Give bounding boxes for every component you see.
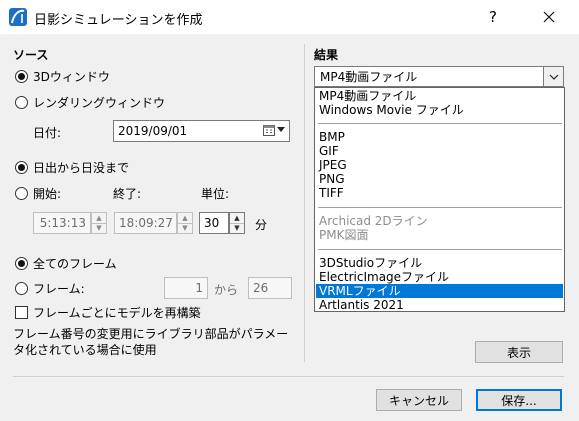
horizontal-divider bbox=[13, 376, 564, 377]
radio-3d-window[interactable] bbox=[15, 70, 28, 83]
frame-from-to-label: から bbox=[214, 283, 239, 297]
radio-start-label[interactable]: 開始: bbox=[33, 185, 61, 202]
rebuild-model-label[interactable]: フレームごとにモデルを再構築 bbox=[33, 304, 201, 321]
list-item-disabled: Archicad 2Dライン bbox=[319, 214, 428, 228]
radio-all-frames[interactable] bbox=[15, 257, 28, 270]
end-label: 終了: bbox=[113, 187, 142, 201]
list-item[interactable]: GIF bbox=[316, 144, 563, 158]
format-selected-value: MP4動画ファイル bbox=[320, 70, 418, 84]
list-item[interactable]: Windows Movie ファイル bbox=[316, 103, 563, 117]
spin-up-icon[interactable]: ▲ bbox=[230, 213, 244, 223]
radio-all-frames-label[interactable]: 全てのフレーム bbox=[33, 255, 117, 272]
radio-start[interactable] bbox=[15, 187, 28, 200]
close-button[interactable] bbox=[532, 3, 566, 31]
list-item[interactable]: BMP bbox=[316, 130, 563, 144]
radio-3d-window-label[interactable]: 3Dウィンドウ bbox=[33, 68, 110, 85]
chevron-down-icon bbox=[549, 74, 558, 80]
result-heading: 結果 bbox=[314, 48, 339, 62]
spin-up-icon[interactable]: ▲ bbox=[92, 213, 106, 223]
list-item[interactable]: Artlantis 2021 bbox=[316, 298, 563, 312]
end-time-spinner[interactable]: ▲ ▼ bbox=[177, 212, 193, 234]
date-field[interactable]: 2019/09/01 bbox=[113, 120, 290, 142]
list-item[interactable]: 3DStudioファイル bbox=[316, 256, 563, 270]
spin-down-icon[interactable]: ▼ bbox=[92, 222, 106, 234]
list-separator bbox=[318, 249, 562, 250]
save-button[interactable]: 保存... bbox=[476, 389, 562, 411]
frame-to-field[interactable]: 26 bbox=[248, 277, 292, 299]
list-item[interactable]: MP4動画ファイル bbox=[316, 89, 563, 103]
rebuild-model-checkbox[interactable] bbox=[15, 306, 28, 319]
format-combobox[interactable]: MP4動画ファイル bbox=[314, 66, 564, 87]
unit-spinner[interactable]: ▲ ▼ bbox=[229, 212, 245, 234]
list-separator bbox=[318, 207, 562, 208]
unit-label: 単位: bbox=[201, 187, 230, 201]
archicad-logo-icon bbox=[9, 8, 27, 26]
list-separator bbox=[318, 123, 562, 124]
spin-down-icon[interactable]: ▼ bbox=[178, 222, 192, 234]
frame-from-field[interactable]: 1 bbox=[164, 277, 208, 299]
list-item[interactable]: JPEG bbox=[316, 158, 563, 172]
spin-up-icon[interactable]: ▲ bbox=[178, 213, 192, 223]
list-item[interactable]: PNG bbox=[316, 172, 563, 186]
radio-sunrise-sunset[interactable] bbox=[15, 161, 28, 174]
start-time-field[interactable]: 5:13:13 bbox=[33, 212, 91, 234]
end-time-field[interactable]: 18:09:27 bbox=[114, 212, 177, 234]
help-button[interactable]: ? bbox=[479, 3, 507, 31]
combobox-dropdown-button[interactable] bbox=[543, 67, 563, 86]
source-heading: ソース bbox=[13, 48, 49, 62]
cancel-button[interactable]: キャンセル bbox=[376, 389, 462, 411]
show-button[interactable]: 表示 bbox=[475, 341, 563, 363]
format-dropdown-list[interactable]: MP4動画ファイル Windows Movie ファイル BMP GIF JPE… bbox=[314, 87, 565, 312]
unit-field[interactable]: 30 bbox=[199, 212, 229, 234]
list-item[interactable]: ElectricImageファイル bbox=[316, 270, 563, 284]
list-item-disabled: PMK図面 bbox=[319, 228, 369, 242]
radio-frames-label[interactable]: フレーム: bbox=[33, 280, 85, 297]
date-value: 2019/09/01 bbox=[118, 124, 188, 138]
radio-rendering-window[interactable] bbox=[15, 96, 28, 109]
radio-frames[interactable] bbox=[15, 282, 28, 295]
list-item[interactable]: TIFF bbox=[316, 186, 563, 200]
close-icon bbox=[543, 11, 555, 23]
vertical-divider bbox=[304, 44, 305, 362]
dialog-title: 日影シミュレーションを作成 bbox=[34, 13, 203, 28]
calendar-dropdown-icon[interactable] bbox=[263, 124, 285, 136]
list-item-selected[interactable]: VRMLファイル bbox=[316, 284, 563, 298]
parameter-note: フレーム番号の変更用にライブラリ部品がパラメータ化されている場合に使用 bbox=[13, 327, 289, 357]
date-label: 日付: bbox=[33, 126, 62, 140]
minute-label: 分 bbox=[255, 218, 268, 232]
spin-down-icon[interactable]: ▼ bbox=[230, 222, 244, 234]
radio-sunrise-sunset-label[interactable]: 日出から日没まで bbox=[33, 159, 129, 176]
start-time-spinner[interactable]: ▲ ▼ bbox=[91, 212, 107, 234]
radio-rendering-window-label[interactable]: レンダリングウィンドウ bbox=[33, 94, 165, 111]
